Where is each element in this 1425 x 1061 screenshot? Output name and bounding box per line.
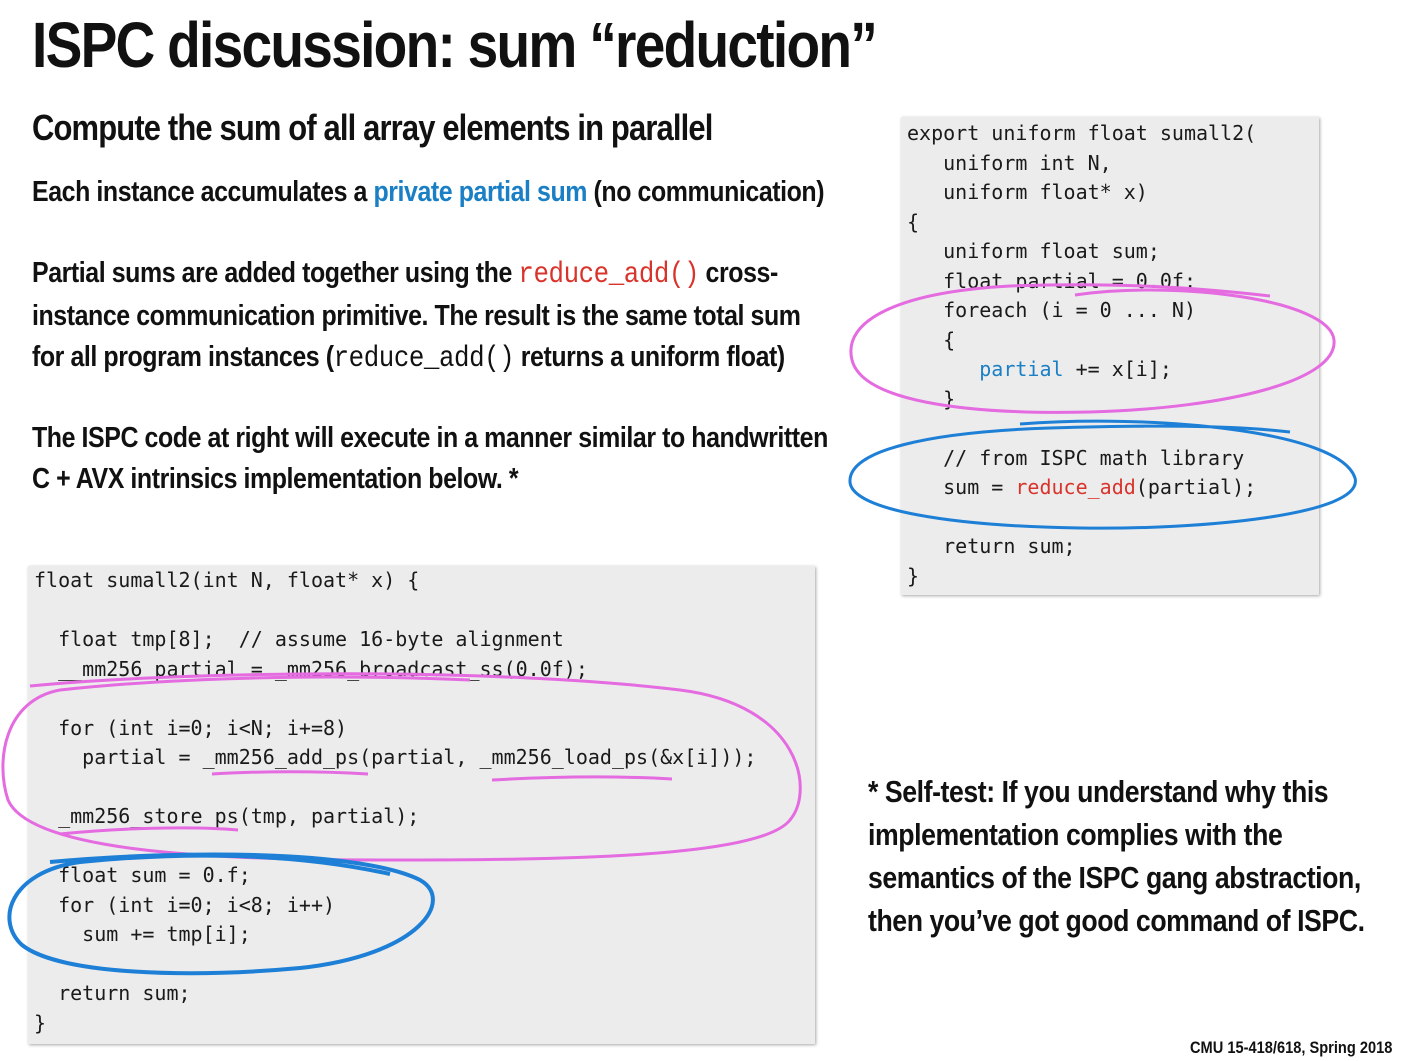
code-line: uniform int N, (907, 150, 1112, 175)
code-line: _mm256_store_ps(tmp, partial); (34, 804, 420, 828)
code-line: uniform float* x) (907, 180, 1148, 204)
code-reduce-add-fn: reduce_add (1015, 475, 1136, 499)
code-line: float partial = 0.0f; (907, 268, 1196, 293)
code-line: float sum = 0.f; (34, 863, 251, 887)
para2-line1-after: cross- (699, 257, 779, 289)
para1-after: (no communication) (587, 176, 825, 208)
c-avx-code-block: float sumall2(int N, float* x) { float t… (28, 566, 815, 1044)
para1-highlight: private partial sum (373, 176, 588, 208)
para2-line2: instance communication primitive. The re… (32, 300, 801, 332)
para2-line1-code: reduce_add() (518, 258, 700, 292)
code-line: } (34, 1010, 47, 1035)
para2-line3-after: returns a uniform float) (514, 341, 785, 373)
code-before: sum = (907, 475, 1016, 499)
para2-line3-code: reduce_add() (333, 342, 515, 376)
code-line: return sum; (907, 534, 1076, 558)
para3-line1: The ISPC code at right will execute in a… (32, 422, 828, 454)
code-line: { (907, 209, 920, 234)
self-test-note: * Self-test: If you understand why this … (868, 770, 1365, 942)
code-line: for (int i=0; i<8; i++) (34, 892, 336, 917)
selftest-line4: then you’ve got good command of ISPC. (868, 903, 1365, 938)
paragraph-reduce-add: Partial sums are added together using th… (32, 253, 858, 380)
slide-title: ISPC discussion: sum “reduction” (32, 9, 878, 81)
paragraph-private-partial-sum: Each instance accumulates a private part… (32, 172, 858, 213)
code-line: } (907, 563, 920, 588)
para2-line3-before: for all program instances ( (32, 341, 334, 373)
code-line: } (907, 386, 956, 411)
code-line: float tmp[8]; // assume 16-byte alignmen… (34, 627, 564, 651)
code-line: for (int i=0; i<N; i+=8) (34, 715, 348, 740)
course-footer: CMU 15-418/618, Spring 2018 (1190, 1038, 1393, 1057)
code-line: export uniform float sumall2( (907, 121, 1257, 145)
code-line: sum = reduce_add(partial); (907, 473, 1319, 503)
code-line: uniform float sum; (907, 239, 1160, 263)
slide-subtitle: Compute the sum of all array elements in… (32, 107, 713, 148)
selftest-line2: implementation complies with the (868, 817, 1283, 852)
selftest-line1: * Self-test: If you understand why this (868, 774, 1329, 809)
code-line: partial = _mm256_add_ps(partial, _mm256_… (34, 745, 757, 769)
code-rest: += x[i]; (1063, 357, 1172, 381)
code-line: return sum; (34, 981, 191, 1005)
code-line: partial += x[i]; (907, 355, 1319, 385)
para2-line1-before: Partial sums are added together using th… (32, 257, 519, 289)
code-line: foreach (i = 0 ... N) (907, 298, 1196, 322)
code-line: __mm256 partial = _mm256_broadcast_ss(0.… (34, 656, 588, 681)
selftest-line3: semantics of the ISPC gang abstraction, (868, 860, 1361, 895)
code-partial-var: partial (979, 357, 1064, 381)
para3-line2: C + AVX intrinsics implementation below.… (32, 463, 519, 495)
paragraph-ispc-vs-avx: The ISPC code at right will execute in a… (32, 418, 858, 500)
ispc-code-block: export uniform float sumall2( uniform in… (901, 117, 1319, 595)
code-line: float sumall2(int N, float* x) { (34, 568, 420, 592)
code-line: sum += tmp[i]; (34, 922, 251, 946)
code-after: (partial); (1135, 475, 1257, 499)
code-line: // from ISPC math library (907, 445, 1245, 470)
code-line: { (907, 327, 956, 352)
para1-before: Each instance accumulates a (32, 176, 374, 208)
